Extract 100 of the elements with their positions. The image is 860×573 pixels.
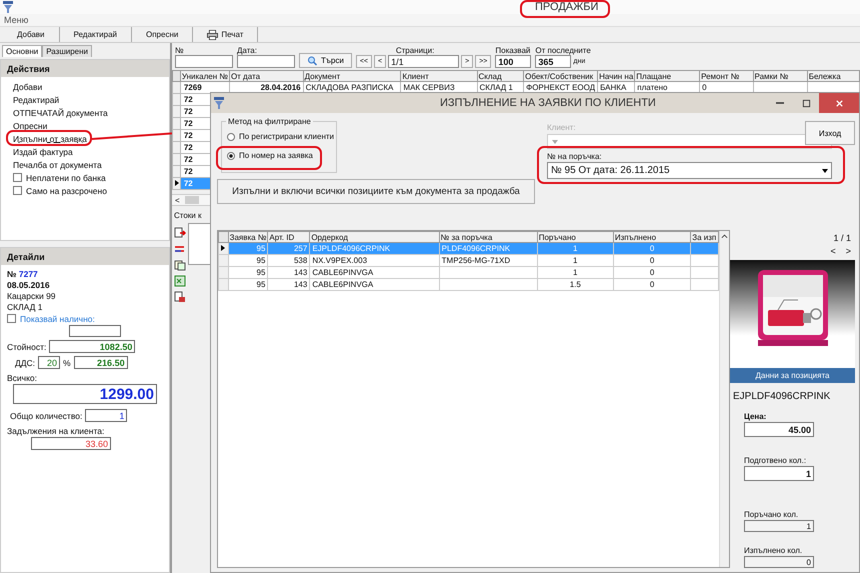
quantity-field[interactable]: 1	[85, 409, 128, 422]
search-button[interactable]: Търси	[299, 53, 352, 68]
close-icon	[834, 98, 844, 108]
show-count-field[interactable]: 100	[495, 55, 532, 68]
number-field[interactable]	[175, 55, 233, 68]
column-header[interactable]: Обект/Собственик	[524, 70, 598, 82]
radio-button[interactable]	[227, 152, 235, 160]
table-cell: 0	[702, 83, 707, 92]
execute-button[interactable]: Изпълни и включи всички позициите към документа за продажба	[217, 179, 535, 204]
checkbox-label: Неплатени по банка	[26, 172, 106, 182]
tab[interactable]: Разширени	[42, 45, 92, 57]
vertical-scrollbar[interactable]	[719, 231, 729, 567]
column-header[interactable]: Ордеркод	[310, 232, 440, 242]
value-field[interactable]: 0	[744, 556, 814, 568]
field-label: Показвай	[495, 46, 532, 55]
column-header[interactable]: Документ	[303, 70, 401, 82]
action-link[interactable]: Добави	[13, 82, 42, 92]
scrollbar-thumb[interactable]	[184, 196, 199, 204]
table-cell: CABLE6PINVGA	[312, 268, 374, 277]
column-header[interactable]: Поръчано	[537, 232, 614, 242]
checkbox[interactable]	[7, 314, 16, 323]
column-header[interactable]: Плащане	[634, 70, 700, 82]
document-print-icon	[174, 291, 186, 303]
table-cell: 0	[650, 244, 654, 253]
action-link[interactable]: Опресни	[13, 120, 48, 130]
table-cell: 7269	[184, 83, 202, 92]
vat-field[interactable]: 216.50	[74, 356, 128, 369]
column-header[interactable]: Заявка №	[228, 232, 268, 242]
panel-header: Детайли	[1, 248, 169, 265]
vat-rate-field[interactable]: 20	[38, 356, 60, 369]
radio-label: По регистрирани клиенти	[239, 132, 334, 141]
field-label: Изпълнено кол.	[744, 546, 804, 555]
table-cell: платено	[637, 83, 668, 92]
input-field[interactable]	[69, 325, 121, 337]
minimize-icon	[776, 102, 784, 104]
table-cell: 1	[573, 244, 578, 253]
column-header[interactable]: Склад	[477, 70, 524, 82]
column-header[interactable]: Арт. ID	[268, 232, 310, 242]
checkbox[interactable]	[13, 186, 22, 195]
field-label: ДДС:	[15, 358, 36, 368]
debt-field[interactable]: 33.60	[31, 437, 111, 450]
caret-icon	[821, 168, 829, 174]
action-link[interactable]: Печалба от документа	[13, 160, 102, 170]
table-cell: 28.04.2016	[260, 83, 301, 92]
page-dropdown[interactable]: 1/1	[388, 55, 460, 68]
maximize-icon	[802, 98, 810, 108]
action-link[interactable]: Издай фактура	[13, 146, 73, 156]
column-header[interactable]: Изпълнено	[613, 232, 691, 242]
table-cell: 72	[184, 95, 193, 104]
field-label: Стойност:	[7, 342, 46, 352]
total-field[interactable]: 1299.00	[13, 384, 157, 404]
action-link[interactable]: ОТПЕЧАТАЙ документа	[13, 108, 108, 118]
checkbox[interactable]	[13, 173, 22, 182]
number-label: №	[7, 269, 16, 279]
tab[interactable]: Основни	[2, 45, 42, 57]
value-field[interactable]: 45.00	[744, 422, 814, 437]
table-cell: 1.5	[570, 280, 581, 289]
column-header[interactable]: Рамки №	[753, 70, 808, 82]
table-cell: 143	[294, 280, 308, 289]
field-label: Общо количество:	[10, 410, 82, 420]
documents-icon	[174, 259, 186, 271]
column-header[interactable]: Уникален №	[180, 70, 230, 82]
column-header[interactable]: Начин на	[598, 70, 635, 82]
table-cell: ФОРНЕКСТ ЕООД	[526, 83, 596, 92]
table-cell: 95	[256, 244, 266, 253]
field-label: Всичко:	[7, 373, 38, 383]
column-header[interactable]: № за поръчка	[439, 232, 538, 242]
next-image-button[interactable]: >	[846, 246, 851, 256]
checkbox-label: Само на разсрочено	[26, 186, 107, 196]
table-cell: 72	[184, 167, 193, 176]
exit-button[interactable]: Изход	[805, 121, 855, 145]
window-title: ПРОДАЖБИ	[535, 1, 598, 13]
action-link[interactable]: Редактирай	[13, 94, 60, 104]
checkbox-label: Показвай налично:	[20, 314, 95, 324]
table-cell: МАК СЕРВИЗ	[403, 83, 455, 92]
column-header[interactable]: От дата	[229, 70, 304, 82]
value-field[interactable]: 1	[744, 466, 814, 481]
warehouse-text: СКЛАД 1	[7, 302, 44, 312]
field-label: № на поръчка:	[547, 152, 603, 161]
value-field[interactable]: 1082.50	[49, 340, 136, 353]
row-indicator[interactable]	[218, 242, 228, 254]
menu-item[interactable]: Меню	[4, 15, 28, 25]
previous-image-button[interactable]: <	[830, 246, 836, 256]
column-header[interactable]: Клиент	[400, 70, 477, 82]
radio-button[interactable]	[227, 132, 235, 140]
table-cell: 0	[650, 280, 654, 289]
action-link[interactable]: Изпълни от заявка	[13, 134, 87, 144]
column-header[interactable]: За изп	[690, 232, 719, 242]
field-label: Клиент:	[547, 123, 577, 132]
table-cell: 72	[184, 179, 193, 188]
date-field[interactable]	[237, 55, 295, 68]
column-header[interactable]: Бележка	[807, 70, 860, 82]
days-field[interactable]: 365	[535, 55, 572, 68]
order-dropdown[interactable]: № 95 От дата: 26.11.2015	[547, 162, 832, 179]
value-field[interactable]: 1	[744, 520, 814, 532]
table-cell: 1	[573, 268, 578, 277]
table-cell: БАНКА	[600, 83, 626, 92]
scroll-left-button[interactable]: <	[172, 196, 183, 204]
row-indicator[interactable]	[172, 178, 180, 190]
column-header[interactable]: Ремонт №	[700, 70, 754, 82]
